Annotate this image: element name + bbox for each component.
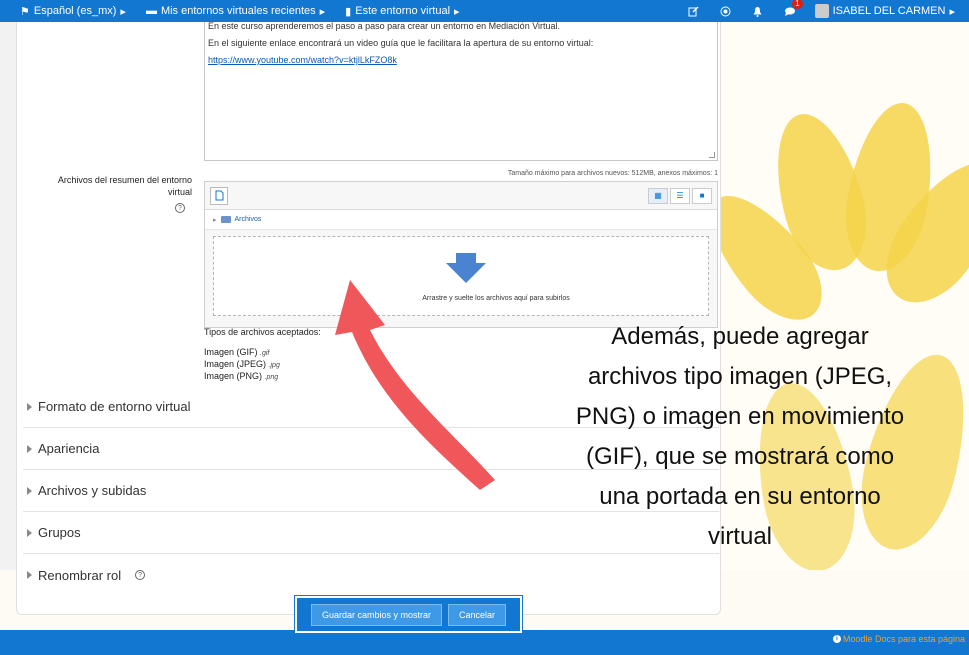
resize-handle[interactable] <box>709 152 715 158</box>
add-file-icon[interactable] <box>210 186 228 205</box>
flag-icon: ⚑ <box>20 5 30 18</box>
type-item: Imagen (GIF) .gif <box>204 347 270 357</box>
type-item: Imagen (PNG) .png <box>204 371 279 381</box>
tree-view-icon[interactable]: ■ <box>692 187 712 204</box>
folder-path[interactable]: ▸ Archivos <box>205 210 717 230</box>
caret-right-icon <box>27 402 32 411</box>
notification-badge: 1 <box>792 0 803 9</box>
info-icon: i <box>832 635 841 643</box>
accepted-types: Tipos de archivos aceptados: Imagen (GIF… <box>204 327 321 383</box>
this-env-menu[interactable]: ▮ Este entorno virtual ▸ <box>335 5 469 18</box>
caret-right-icon <box>27 571 32 579</box>
moodle-docs-link[interactable]: i Moodle Docs para esta página <box>832 634 965 644</box>
caret-right-icon: ▸ <box>213 216 217 224</box>
view-switcher: ▦ ☰ ■ <box>648 187 712 204</box>
video-link[interactable]: https://www.youtube.com/watch?v=ktjlLkFZ… <box>208 52 714 69</box>
language-menu[interactable]: ⚑ Español (es_mx) ▸ <box>0 5 136 18</box>
caret-right-icon: ▸ <box>949 5 955 18</box>
bell-icon[interactable] <box>751 4 765 18</box>
annotation-arrow <box>335 280 495 490</box>
recent-envs-menu[interactable]: ▬ Mis entornos virtuales recientes ▸ <box>136 5 335 18</box>
briefcase-icon: ▬ <box>145 5 157 17</box>
folder-icon <box>220 216 231 223</box>
type-item: Imagen (JPEG) .jpg <box>204 359 280 369</box>
recent-envs-label: Mis entornos virtuales recientes <box>160 5 316 17</box>
editor-line: En el siguiente enlace encontrará un vid… <box>208 38 594 48</box>
help-icon[interactable]: ? <box>135 570 146 580</box>
section-rename-role[interactable]: Renombrar rol ? <box>23 554 719 596</box>
user-menu[interactable]: ISABEL DEL CARMEN ▸ <box>814 4 955 18</box>
annotation-text: Además, puede agregar archivos tipo imag… <box>575 323 905 550</box>
target-icon[interactable] <box>719 4 733 18</box>
max-size-text: Tamaño máximo para archivos nuevos: 512M… <box>507 170 718 177</box>
caret-right-icon: ▸ <box>120 5 126 18</box>
top-navbar: ⚑ Español (es_mx) ▸ ▬ Mis entornos virtu… <box>0 0 969 22</box>
book-icon: ▮ <box>345 5 352 18</box>
save-button[interactable]: Guardar cambios y mostrar <box>310 603 442 626</box>
help-icon[interactable]: ? <box>175 203 185 213</box>
grid-view-icon[interactable]: ▦ <box>648 187 668 204</box>
folder-label: Archivos <box>234 216 262 223</box>
avatar <box>814 4 829 18</box>
list-view-icon[interactable]: ☰ <box>670 187 690 204</box>
caret-right-icon: ▸ <box>319 5 326 18</box>
file-manager-toolbar: ▦ ☰ ■ <box>205 182 717 210</box>
caret-right-icon: ▸ <box>454 5 460 18</box>
form-actions: Guardar cambios y mostrar Cancelar <box>295 596 522 633</box>
cancel-button[interactable]: Cancelar <box>448 603 507 626</box>
summary-editor[interactable]: En este curso aprenderemos el paso a pas… <box>204 21 718 161</box>
language-label: Español (es_mx) <box>33 5 117 17</box>
caret-right-icon <box>27 444 32 453</box>
chat-icon[interactable]: 1 <box>783 0 803 18</box>
accepted-types-heading: Tipos de archivos aceptados: <box>204 327 321 337</box>
caret-right-icon <box>27 528 32 537</box>
user-name: ISABEL DEL CARMEN <box>832 5 946 17</box>
this-env-label: Este entorno virtual <box>355 5 451 17</box>
page-footer: i Moodle Docs para esta página <box>0 630 969 655</box>
caret-right-icon <box>27 486 32 495</box>
edit-icon[interactable] <box>687 4 701 18</box>
files-field-label: Archivos del resumen del entorno virtual <box>57 175 192 197</box>
